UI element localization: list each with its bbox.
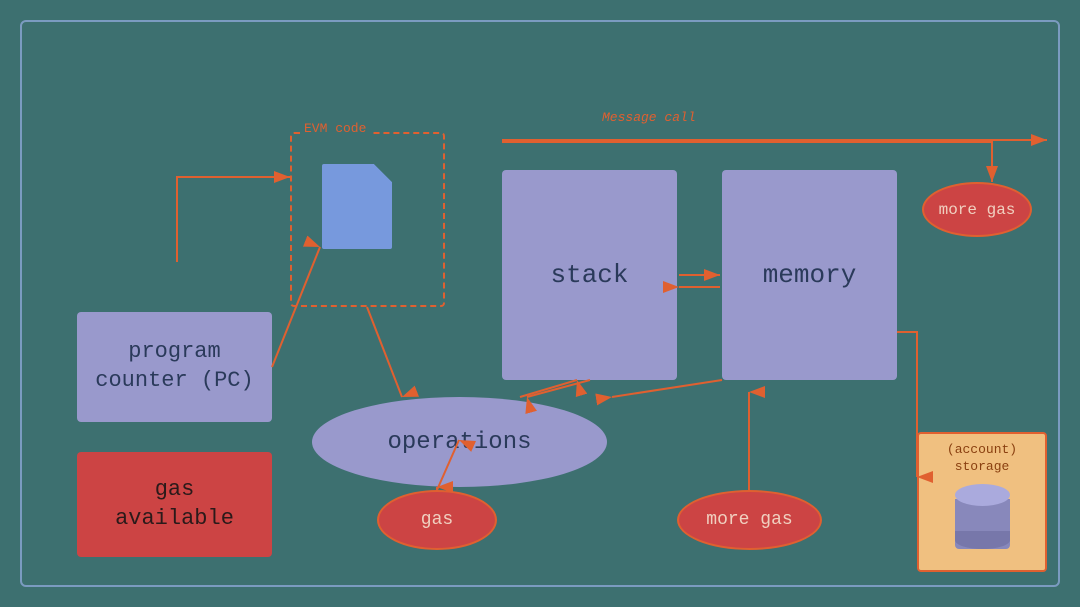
- more-gas-ellipse-bottom-right: more gas: [677, 490, 822, 550]
- operations-label: operations: [387, 429, 531, 456]
- memory-label: memory: [763, 260, 857, 290]
- gas-available-box: gasavailable: [77, 452, 272, 557]
- evm-code-box: EVM code: [290, 132, 445, 307]
- account-storage-box: (account)storage: [917, 432, 1047, 572]
- cylinder-icon: [955, 484, 1010, 549]
- stack-label: stack: [550, 260, 628, 290]
- more-gas-br-label: more gas: [706, 510, 792, 530]
- message-call-label: Message call: [602, 110, 696, 125]
- stack-box: stack: [502, 170, 677, 380]
- main-diagram-container: program counter (PC) gasavailable EVM co…: [20, 20, 1060, 587]
- doc-corner: [374, 164, 392, 182]
- program-counter-box: program counter (PC): [77, 312, 272, 422]
- storage-label: (account)storage: [947, 442, 1017, 476]
- document-icon: [322, 164, 392, 249]
- more-gas-ellipse-top-right: more gas: [922, 182, 1032, 237]
- evm-code-label: EVM code: [300, 121, 370, 136]
- more-gas-tr-label: more gas: [939, 201, 1016, 219]
- memory-box: memory: [722, 170, 897, 380]
- cyl-bottom-arc: [955, 531, 1010, 549]
- gas-available-label: gasavailable: [115, 476, 234, 533]
- gas-label: gas: [421, 510, 453, 530]
- gas-ellipse: gas: [377, 490, 497, 550]
- operations-ellipse: operations: [312, 397, 607, 487]
- cyl-top: [955, 484, 1010, 506]
- program-counter-label: program counter (PC): [77, 338, 272, 395]
